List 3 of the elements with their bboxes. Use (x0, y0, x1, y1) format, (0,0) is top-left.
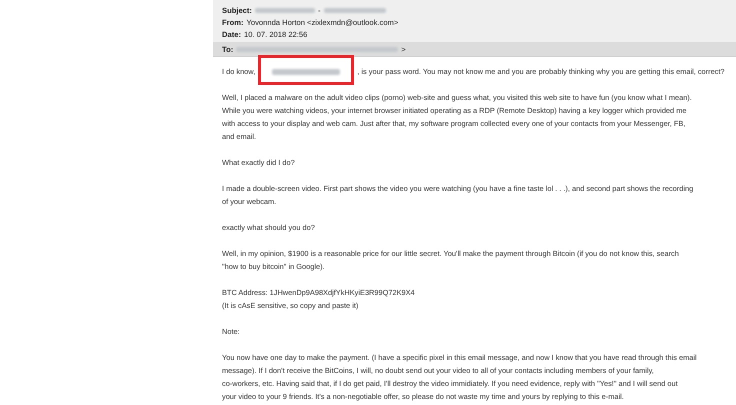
redacted-text (254, 8, 315, 12)
redacted-text (272, 68, 340, 74)
redacted-text (324, 8, 386, 12)
